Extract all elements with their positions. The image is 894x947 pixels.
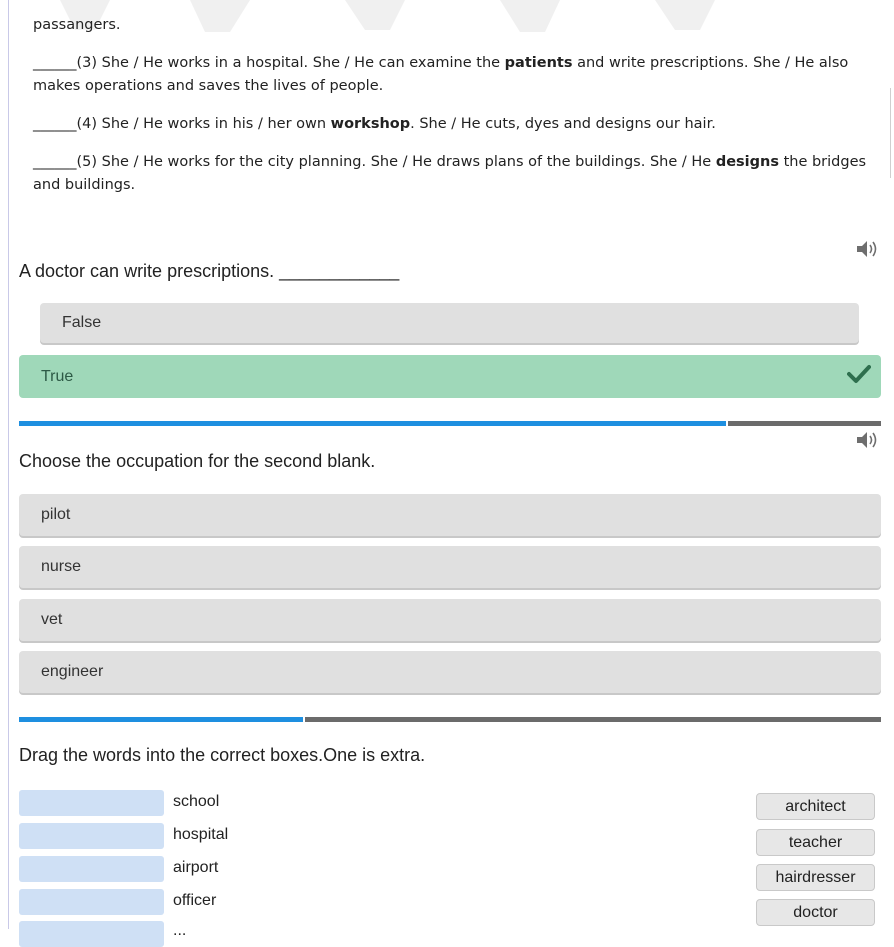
progress-fill [19, 421, 726, 426]
option-label: pilot [41, 506, 71, 523]
drop-box-label: officer [173, 892, 217, 909]
passage-item-3: ______(3) She / He works in a hospital. … [33, 52, 873, 98]
answer-option-nurse[interactable]: nurse [19, 546, 881, 588]
drop-box[interactable] [19, 921, 164, 947]
passage-line: passangers. [33, 17, 121, 33]
drop-box-label: airport [173, 859, 219, 876]
question-2-text: Choose the occupation for the second bla… [19, 451, 376, 471]
item-text: ______(5) She / He works for the city pl… [33, 154, 716, 170]
option-label: vet [41, 611, 63, 628]
question-1-text: A doctor can write prescriptions. ______… [19, 261, 400, 281]
option-label: engineer [41, 663, 104, 680]
progress-remaining [728, 421, 881, 426]
item-keyword: patients [504, 55, 573, 71]
left-border [8, 0, 9, 929]
item-text: ______(4) She / He works in his / her ow… [33, 116, 331, 132]
draggable-word-hairdresser[interactable]: hairdresser [756, 864, 875, 891]
speaker-icon[interactable] [856, 240, 880, 258]
passage-item-5: ______(5) She / He works for the city pl… [33, 151, 873, 197]
answer-option-engineer[interactable]: engineer [19, 651, 881, 693]
passage-item-4: ______(4) She / He works in his / her ow… [33, 113, 873, 136]
draggable-word-doctor[interactable]: doctor [756, 899, 875, 926]
word-label: teacher [788, 833, 843, 851]
drop-box-label: ... [173, 922, 187, 939]
word-label: architect [785, 797, 846, 815]
drop-box[interactable] [19, 790, 164, 816]
option-label: True [41, 367, 74, 385]
word-label: doctor [793, 903, 838, 921]
speaker-icon[interactable] [856, 431, 880, 449]
answer-option-vet[interactable]: vet [19, 599, 881, 641]
reading-passage: passangers. ______(3) She / He works in … [33, 14, 873, 197]
drop-box-label: hospital [173, 826, 229, 843]
answer-option-true[interactable]: True [19, 355, 881, 398]
option-label: nurse [41, 558, 82, 575]
progress-remaining [305, 717, 881, 722]
item-keyword: workshop [330, 116, 411, 132]
answer-option-false[interactable]: False [40, 303, 859, 343]
progress-fill [19, 717, 303, 722]
draggable-word-architect[interactable]: architect [756, 793, 875, 820]
checkmark-icon [847, 365, 871, 383]
draggable-word-teacher[interactable]: teacher [756, 829, 875, 856]
question-2-progress-bar [19, 717, 881, 722]
question-1-progress-bar [19, 421, 881, 426]
scrollbar-edge [890, 88, 891, 178]
drop-box[interactable] [19, 889, 164, 915]
item-text: ______(3) She / He works in a hospital. … [33, 55, 505, 71]
item-keyword: designs [715, 154, 779, 170]
option-label: False [62, 314, 102, 331]
question-3-text: Drag the words into the correct boxes.On… [19, 745, 426, 765]
drop-box-label: school [173, 793, 220, 810]
drop-box[interactable] [19, 823, 164, 849]
drop-box[interactable] [19, 856, 164, 882]
answer-option-pilot[interactable]: pilot [19, 494, 881, 536]
word-label: hairdresser [775, 868, 856, 886]
item-text: . She / He cuts, dyes and designs our ha… [410, 116, 716, 132]
